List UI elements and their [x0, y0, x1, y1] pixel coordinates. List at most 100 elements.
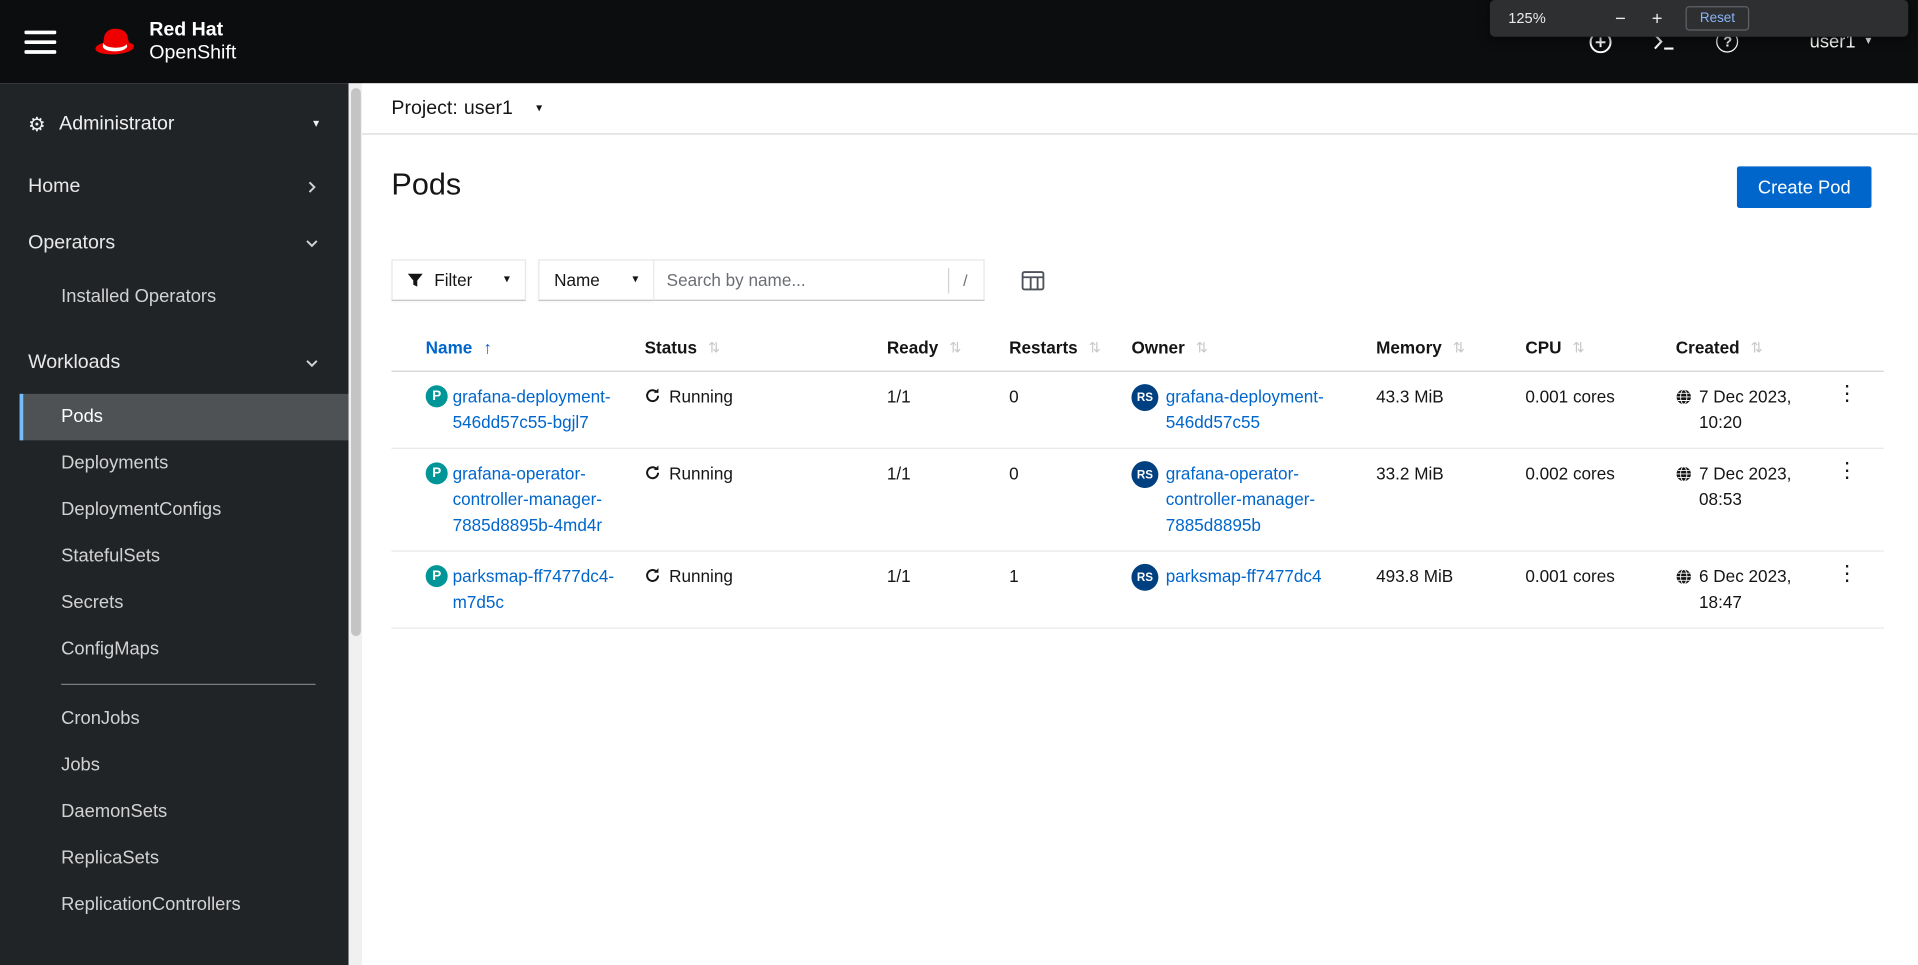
project-selector[interactable]: Project: user1 ▾: [391, 97, 542, 119]
brand-name-bottom: OpenShift: [149, 42, 237, 64]
column-header-cpu[interactable]: CPU ⇅: [1525, 328, 1675, 371]
sidebar-item-cronjobs[interactable]: CronJobs: [20, 696, 349, 742]
kebab-menu-button[interactable]: ⋮: [1828, 561, 1866, 584]
status-text: Running: [669, 386, 733, 407]
redhat-hat-icon: [95, 28, 134, 55]
operators-subnav: Installed Operators: [0, 272, 349, 336]
column-header-memory[interactable]: Memory ⇅: [1376, 328, 1525, 371]
group-label: Operators: [28, 232, 116, 254]
column-header-created[interactable]: Created ⇅: [1676, 328, 1823, 371]
perspective-switcher[interactable]: ⚙ Administrator ▾: [0, 83, 349, 159]
pod-link[interactable]: grafana-operator-controller-manager-7885…: [453, 461, 633, 538]
timestamp-icon: [1676, 389, 1692, 405]
sync-running-icon: [645, 465, 661, 481]
project-name: user1: [463, 97, 513, 119]
search-box: /: [654, 259, 985, 301]
create-pod-button[interactable]: Create Pod: [1737, 166, 1872, 208]
group-label: Home: [28, 176, 81, 197]
table-row: P parksmap-ff7477dc4-m7d5c Running 1/1 1…: [391, 552, 1884, 629]
filter-dropdown[interactable]: Filter ▾: [391, 259, 526, 301]
column-header-status[interactable]: Status ⇅: [645, 328, 887, 371]
sort-ascending-icon: ↑: [483, 337, 492, 358]
created-text: 7 Dec 2023, 08:53: [1699, 463, 1792, 509]
created-text: 6 Dec 2023, 18:47: [1699, 566, 1792, 612]
sidebar-item-deploymentconfigs[interactable]: DeploymentConfigs: [20, 487, 349, 533]
cpu-cell: 0.001 cores: [1525, 386, 1615, 407]
filter-icon: [407, 273, 423, 287]
pods-table: Name ↑ Status ⇅ Ready ⇅ Restarts ⇅ Owner ⇅ Me…: [391, 328, 1884, 629]
zoom-reset-button[interactable]: Reset: [1685, 6, 1750, 31]
column-header-restarts[interactable]: Restarts ⇅: [1009, 328, 1131, 371]
zoom-out-button[interactable]: −: [1607, 8, 1634, 29]
restarts-cell: 1: [1009, 566, 1019, 586]
timestamp-icon: [1676, 569, 1692, 585]
zoom-in-button[interactable]: +: [1644, 8, 1671, 29]
zoom-level: 125%: [1508, 9, 1546, 27]
sort-icon: ⇅: [1572, 338, 1585, 356]
group-label: Workloads: [28, 352, 121, 374]
owner-link[interactable]: grafana-deployment-546dd57c55: [1166, 384, 1364, 435]
sort-icon: ⇅: [1452, 338, 1466, 356]
brand-logo[interactable]: Red Hat OpenShift: [93, 18, 236, 64]
search-input[interactable]: [654, 270, 949, 290]
sidebar-group-home[interactable]: Home: [0, 159, 349, 215]
replicaset-badge: RS: [1131, 384, 1159, 411]
page-header: Pods Create Pod: [362, 135, 1918, 208]
sidebar-item-jobs[interactable]: Jobs: [20, 742, 349, 788]
sort-icon: ⇅: [1195, 338, 1209, 356]
sidebar-group-operators[interactable]: Operators: [0, 215, 349, 271]
caret-down-icon: ▾: [503, 272, 511, 287]
search-shortcut-hint: /: [948, 267, 983, 293]
kebab-menu-button[interactable]: ⋮: [1828, 382, 1866, 405]
scrollbar-thumb[interactable]: [350, 88, 361, 637]
sort-icon: ⇅: [1088, 338, 1101, 356]
sidebar-scrollbar[interactable]: [348, 83, 363, 965]
pod-badge: P: [425, 462, 448, 485]
manage-columns-button[interactable]: [1021, 270, 1045, 291]
sidebar-group-workloads[interactable]: Workloads: [0, 335, 349, 391]
sidebar-item-installed-operators[interactable]: Installed Operators: [20, 274, 349, 320]
created-text: 7 Dec 2023, 10:20: [1699, 386, 1792, 432]
chevron-down-icon: [306, 360, 318, 368]
sidebar-item-pods[interactable]: Pods: [19, 393, 349, 441]
chevron-down-icon: ▾: [1865, 34, 1872, 48]
sidebar-item-daemonsets[interactable]: DaemonSets: [20, 789, 349, 835]
sidebar-item-secrets[interactable]: Secrets: [20, 580, 349, 626]
column-header-name[interactable]: Name ↑: [391, 328, 644, 371]
nav-toggle-button[interactable]: [24, 29, 57, 54]
owner-link[interactable]: grafana-operator-controller-manager-7885…: [1166, 461, 1364, 538]
status-text: Running: [669, 566, 733, 586]
column-header-owner[interactable]: Owner ⇅: [1131, 328, 1376, 371]
caret-down-icon: ▾: [313, 117, 320, 131]
restarts-cell: 0: [1009, 386, 1019, 407]
filter-type-label: Name: [554, 270, 600, 290]
filter-type-dropdown[interactable]: Name ▾: [538, 259, 655, 301]
workloads-subnav: Pods Deployments DeploymentConfigs State…: [0, 391, 349, 943]
openshift-console: Red Hat OpenShift ? user1 ▾ 125% − + Res…: [0, 0, 1918, 965]
browser-zoom-popup: 125% − + Reset: [1489, 0, 1909, 37]
pod-link[interactable]: grafana-deployment-546dd57c55-bgjl7: [453, 384, 633, 435]
kebab-menu-button[interactable]: ⋮: [1828, 459, 1866, 482]
sort-icon: ⇅: [707, 338, 721, 356]
page-title: Pods: [391, 167, 462, 202]
owner-link[interactable]: parksmap-ff7477dc4: [1166, 564, 1364, 590]
replicaset-badge: RS: [1131, 563, 1159, 591]
status-text: Running: [669, 463, 733, 484]
sidebar-item-replicasets[interactable]: ReplicaSets: [20, 835, 349, 881]
brand-name-top: Red Hat: [149, 19, 224, 41]
ready-cell: 1/1: [886, 386, 911, 407]
perspective-label: Administrator: [59, 113, 175, 135]
sidebar-item-configmaps[interactable]: ConfigMaps: [20, 626, 349, 672]
columns-icon: [1021, 270, 1045, 290]
table-row: P grafana-operator-controller-manager-78…: [391, 449, 1884, 552]
sidebar-item-deployments[interactable]: Deployments: [20, 440, 349, 486]
cpu-cell: 0.001 cores: [1525, 566, 1615, 586]
caret-down-icon: ▾: [632, 272, 639, 287]
filter-label: Filter: [434, 270, 473, 290]
sort-icon: ⇅: [1750, 338, 1763, 356]
toolbar: Filter ▾ Name ▾ /: [391, 259, 1918, 301]
sidebar-item-statefulsets[interactable]: StatefulSets: [20, 533, 349, 579]
pod-link[interactable]: parksmap-ff7477dc4-m7d5c: [453, 564, 633, 615]
column-header-ready[interactable]: Ready ⇅: [887, 328, 1009, 371]
sidebar-item-replicationcontrollers[interactable]: ReplicationControllers: [20, 882, 349, 928]
